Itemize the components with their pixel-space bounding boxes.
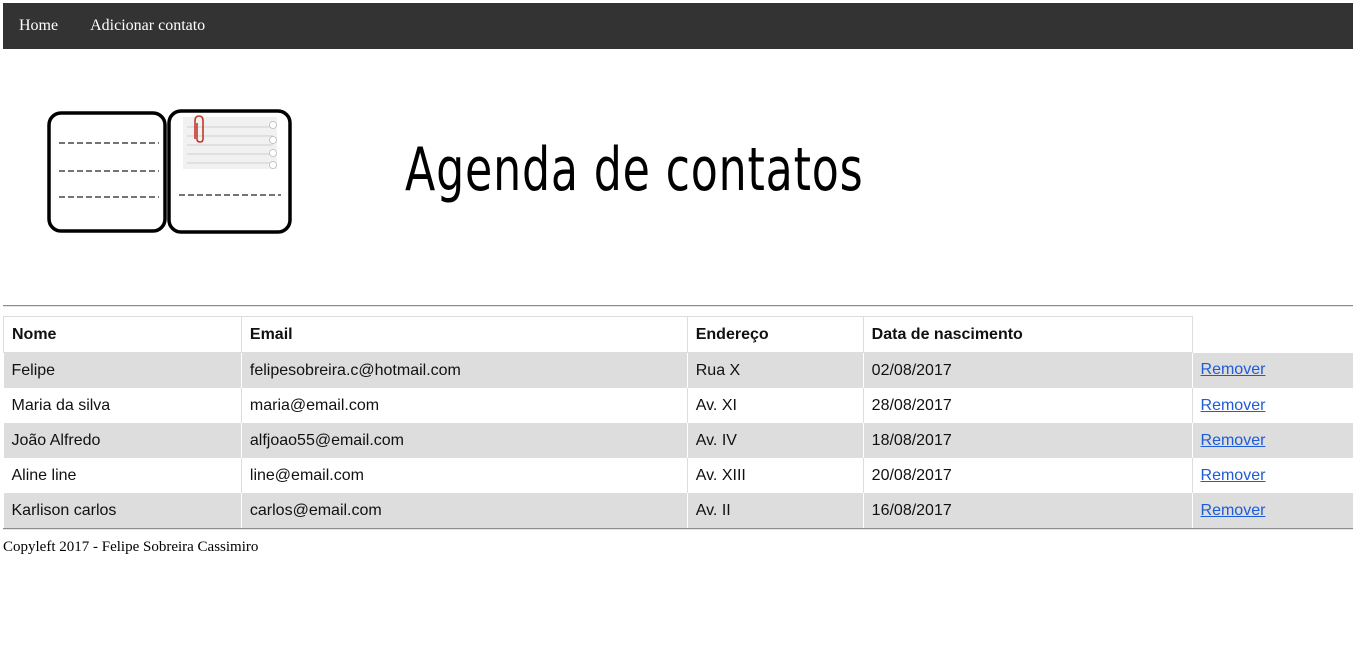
cell-birthdate: 18/08/2017 xyxy=(862,423,1193,458)
cell-address: Av. XIII xyxy=(686,458,864,493)
table-row: Felipe felipesobreira.c@hotmail.com Rua … xyxy=(3,352,1353,388)
cell-email: alfjoao55@email.com xyxy=(240,423,688,458)
header: Agenda de contatos xyxy=(3,49,1353,305)
nav-add-contact-link[interactable]: Adicionar contato xyxy=(74,17,221,35)
remove-link[interactable]: Remover xyxy=(1201,397,1266,414)
cell-birthdate: 16/08/2017 xyxy=(862,493,1193,528)
cell-name: Karlison carlos xyxy=(11,501,117,519)
cell-name: Aline line xyxy=(11,466,77,484)
column-header-action xyxy=(1192,317,1353,353)
remove-link[interactable]: Remover xyxy=(1201,361,1266,378)
table-header-row: Nome Email Endereço Data de nascimento xyxy=(3,316,1354,353)
cell-action: Remover xyxy=(1191,458,1353,493)
remove-link[interactable]: Remover xyxy=(1201,502,1266,519)
cell-name: João Alfredo xyxy=(11,431,101,449)
top-navbar: Home Adicionar contato xyxy=(3,3,1353,49)
table-row: Maria da silva maria@email.com Av. XI 28… xyxy=(3,388,1353,423)
cell-birthdate: 28/08/2017 xyxy=(862,388,1193,423)
cell-address: Av. XI xyxy=(686,388,864,423)
header-divider xyxy=(3,305,1353,307)
contacts-table: Nome Email Endereço Data de nascimento F… xyxy=(3,316,1353,528)
cell-action: Remover xyxy=(1191,493,1353,528)
remove-link[interactable]: Remover xyxy=(1201,467,1266,484)
cell-address: Av. II xyxy=(686,493,864,528)
cell-email: maria@email.com xyxy=(240,388,688,423)
cell-address: Rua X xyxy=(686,352,864,388)
cell-birthdate: 20/08/2017 xyxy=(862,458,1193,493)
cell-email: felipesobreira.c@hotmail.com xyxy=(240,352,688,388)
remove-link[interactable]: Remover xyxy=(1201,432,1266,449)
column-header-email: Email xyxy=(240,316,688,353)
column-header-name: Nome xyxy=(3,316,242,353)
cell-name: Maria da silva xyxy=(11,396,111,414)
table-row: Karlison carlos carlos@email.com Av. II … xyxy=(3,493,1353,528)
footer-divider xyxy=(3,528,1353,530)
cell-email: carlos@email.com xyxy=(240,493,688,528)
footer-text: Copyleft 2017 - Felipe Sobreira Cassimir… xyxy=(3,539,259,555)
address-book-icon xyxy=(47,109,292,234)
table-row: João Alfredo alfjoao55@email.com Av. IV … xyxy=(3,423,1353,458)
cell-birthdate: 02/08/2017 xyxy=(862,352,1193,388)
cell-action: Remover xyxy=(1191,388,1353,423)
cell-action: Remover xyxy=(1191,423,1353,458)
cell-address: Av. IV xyxy=(686,423,864,458)
cell-action: Remover xyxy=(1191,352,1353,388)
cell-name: Felipe xyxy=(11,361,56,379)
cell-email: line@email.com xyxy=(240,458,688,493)
nav-home-link[interactable]: Home xyxy=(3,17,74,35)
column-header-birthdate: Data de nascimento xyxy=(862,316,1193,353)
page-title: Agenda de contatos xyxy=(405,135,864,205)
column-header-address: Endereço xyxy=(686,316,864,353)
page: Home Adicionar contato Agenda de contato… xyxy=(3,3,1353,556)
table-row: Aline line line@email.com Av. XIII 20/08… xyxy=(3,458,1353,493)
